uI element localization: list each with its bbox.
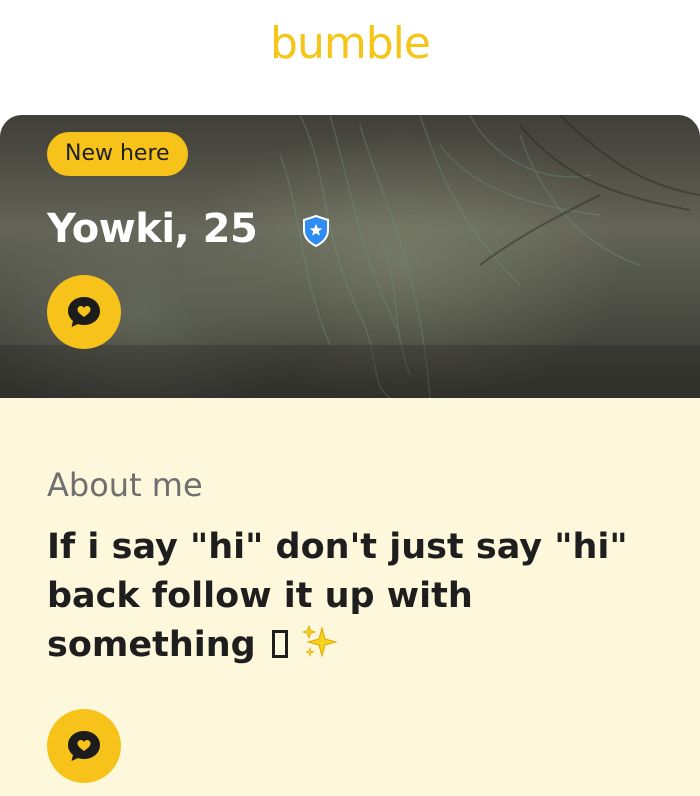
chat-heart-icon [68, 731, 100, 761]
profile-screen: bumble New here Yowki, 25 About me If i … [0, 0, 700, 796]
app-header: bumble [0, 0, 700, 115]
profile-name-age: Yowki, 25 [47, 206, 258, 252]
verified-shield-icon[interactable] [302, 215, 330, 247]
about-me-text: If i say "hi" don't just say "hi" back f… [47, 523, 667, 670]
about-me-heading: About me [47, 466, 203, 504]
bumble-logo: bumble [270, 18, 431, 69]
sparkles-icon [301, 624, 338, 658]
chat-heart-icon [68, 297, 100, 327]
compliment-button[interactable] [47, 275, 121, 349]
new-here-badge: New here [47, 132, 188, 176]
missing-emoji-glyph [271, 630, 288, 658]
compliment-button-about[interactable] [47, 709, 121, 783]
profile-photo[interactable]: New here Yowki, 25 [0, 115, 700, 398]
profile-card: New here Yowki, 25 About me If i say "hi… [0, 115, 700, 796]
